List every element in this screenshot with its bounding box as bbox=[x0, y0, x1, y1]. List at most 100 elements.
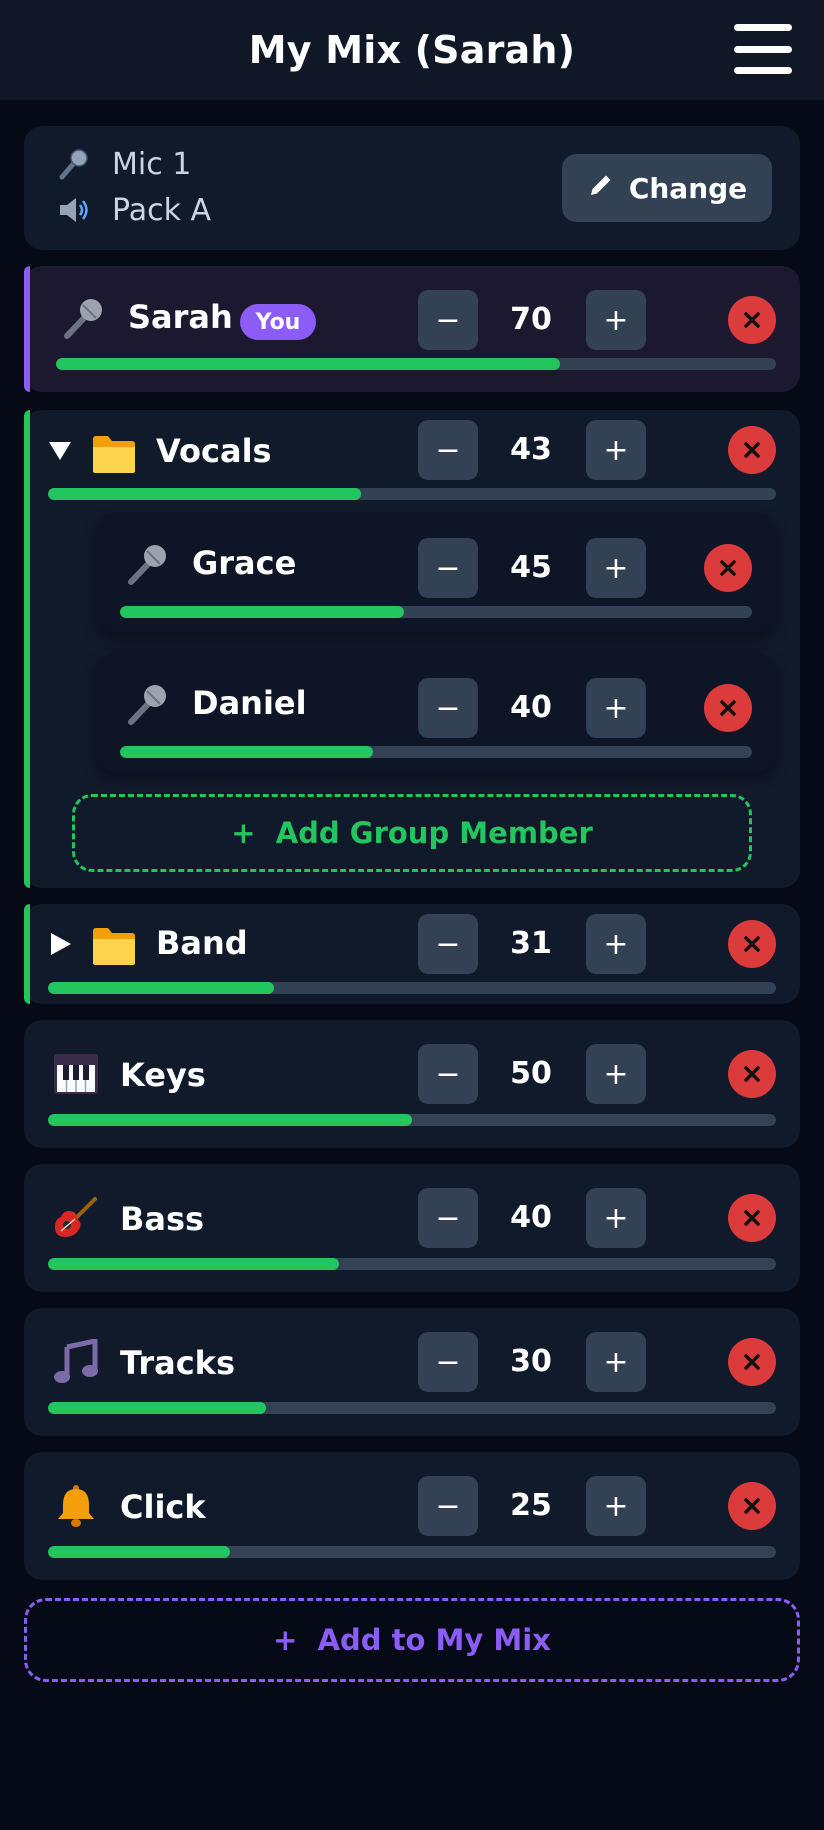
volume-value: 70 bbox=[510, 302, 552, 337]
volume-slider[interactable] bbox=[56, 358, 776, 370]
speaker-icon bbox=[56, 192, 92, 228]
group-accent-bar bbox=[24, 410, 30, 888]
volume-increase-button[interactable]: + bbox=[586, 1476, 646, 1536]
volume-decrease-button[interactable]: − bbox=[418, 420, 478, 480]
group-member-daniel: Daniel − 40 + bbox=[96, 654, 776, 772]
channel-sarah: Sarah You − 70 + bbox=[24, 266, 800, 392]
volume-slider[interactable] bbox=[48, 1114, 776, 1126]
microphone-icon bbox=[56, 146, 92, 182]
volume-decrease-button[interactable]: − bbox=[418, 1044, 478, 1104]
hamburger-menu-icon[interactable] bbox=[734, 24, 792, 74]
group-name: Vocals bbox=[156, 432, 272, 470]
microphone-icon bbox=[60, 294, 108, 342]
microphone-icon bbox=[124, 540, 172, 588]
group-member-grace: Grace − 45 + bbox=[96, 514, 776, 632]
microphone-icon bbox=[124, 680, 172, 728]
piano-icon bbox=[52, 1050, 100, 1098]
volume-increase-button[interactable]: + bbox=[586, 290, 646, 350]
pack-label: Pack A bbox=[112, 192, 212, 228]
volume-slider[interactable] bbox=[48, 1402, 776, 1414]
you-badge: You bbox=[240, 304, 316, 340]
caret-right-icon[interactable] bbox=[46, 930, 74, 958]
volume-decrease-button[interactable]: − bbox=[418, 1476, 478, 1536]
channel-bass: Bass − 40 + bbox=[24, 1164, 800, 1292]
volume-increase-button[interactable]: + bbox=[586, 678, 646, 738]
volume-value: 43 bbox=[510, 432, 552, 467]
close-icon bbox=[744, 1354, 760, 1370]
close-icon bbox=[744, 1498, 760, 1514]
remove-channel-button[interactable] bbox=[728, 1482, 776, 1530]
volume-value: 40 bbox=[510, 1200, 552, 1235]
change-device-button[interactable]: Change bbox=[562, 154, 772, 222]
volume-level-fill bbox=[48, 1546, 230, 1558]
close-icon bbox=[720, 700, 736, 716]
volume-decrease-button[interactable]: − bbox=[418, 678, 478, 738]
volume-value: 50 bbox=[510, 1056, 552, 1091]
volume-decrease-button[interactable]: − bbox=[418, 538, 478, 598]
volume-slider[interactable] bbox=[48, 1546, 776, 1558]
channel-accent-bar bbox=[24, 266, 30, 392]
group-accent-bar bbox=[24, 904, 30, 1004]
volume-increase-button[interactable]: + bbox=[586, 538, 646, 598]
volume-value: 25 bbox=[510, 1488, 552, 1523]
volume-increase-button[interactable]: + bbox=[586, 1044, 646, 1104]
volume-slider[interactable] bbox=[48, 982, 776, 994]
volume-increase-button[interactable]: + bbox=[586, 914, 646, 974]
volume-decrease-button[interactable]: − bbox=[418, 290, 478, 350]
mic-label: Mic 1 bbox=[112, 146, 192, 182]
channel-name: Click bbox=[120, 1488, 206, 1526]
folder-icon bbox=[90, 922, 138, 970]
device-card: Mic 1 Pack A Change bbox=[24, 126, 800, 250]
mic-row: Mic 1 bbox=[56, 146, 191, 182]
pencil-icon bbox=[587, 171, 615, 206]
remove-channel-button[interactable] bbox=[728, 1050, 776, 1098]
remove-channel-button[interactable] bbox=[728, 1194, 776, 1242]
volume-increase-button[interactable]: + bbox=[586, 420, 646, 480]
volume-increase-button[interactable]: + bbox=[586, 1332, 646, 1392]
close-icon bbox=[744, 442, 760, 458]
caret-down-icon[interactable] bbox=[46, 436, 74, 464]
remove-channel-button[interactable] bbox=[728, 296, 776, 344]
channel-name: Keys bbox=[120, 1056, 206, 1094]
group-band: Band − 31 + bbox=[24, 904, 800, 1004]
remove-member-button[interactable] bbox=[704, 684, 752, 732]
remove-group-button[interactable] bbox=[728, 426, 776, 474]
bell-icon bbox=[52, 1482, 100, 1530]
volume-value: 45 bbox=[510, 550, 552, 585]
volume-slider[interactable] bbox=[48, 1258, 776, 1270]
volume-slider[interactable] bbox=[120, 606, 752, 618]
remove-member-button[interactable] bbox=[704, 544, 752, 592]
group-vocals: Vocals − 43 + Grace − 45 + Daniel − 40 + bbox=[24, 410, 800, 888]
channel-click: Click − 25 + bbox=[24, 1452, 800, 1580]
volume-level-fill bbox=[48, 1258, 340, 1270]
close-icon bbox=[744, 1066, 760, 1082]
volume-level-fill bbox=[56, 358, 560, 370]
volume-decrease-button[interactable]: − bbox=[418, 914, 478, 974]
volume-level-fill bbox=[120, 606, 405, 618]
volume-decrease-button[interactable]: − bbox=[418, 1188, 478, 1248]
volume-decrease-button[interactable]: − bbox=[418, 1332, 478, 1392]
volume-level-fill bbox=[48, 488, 362, 500]
add-group-member-button[interactable]: + Add Group Member bbox=[72, 794, 752, 872]
close-icon bbox=[744, 1210, 760, 1226]
remove-group-button[interactable] bbox=[728, 920, 776, 968]
app-header: My Mix (Sarah) bbox=[0, 0, 824, 100]
volume-increase-button[interactable]: + bbox=[586, 1188, 646, 1248]
close-icon bbox=[720, 560, 736, 576]
volume-level-fill bbox=[120, 746, 373, 758]
music-notes-icon bbox=[52, 1338, 100, 1386]
channel-name: Sarah bbox=[128, 298, 233, 336]
channel-name: Bass bbox=[120, 1200, 205, 1238]
folder-icon bbox=[90, 430, 138, 478]
pack-row: Pack A bbox=[56, 192, 211, 228]
member-name: Daniel bbox=[192, 684, 307, 722]
channel-name: Tracks bbox=[120, 1344, 235, 1382]
remove-channel-button[interactable] bbox=[728, 1338, 776, 1386]
channel-tracks: Tracks − 30 + bbox=[24, 1308, 800, 1436]
volume-slider[interactable] bbox=[120, 746, 752, 758]
volume-slider[interactable] bbox=[48, 488, 776, 500]
channel-keys: Keys − 50 + bbox=[24, 1020, 800, 1148]
volume-value: 30 bbox=[510, 1344, 552, 1379]
volume-level-fill bbox=[48, 1114, 412, 1126]
add-to-my-mix-button[interactable]: + Add to My Mix bbox=[24, 1598, 800, 1682]
